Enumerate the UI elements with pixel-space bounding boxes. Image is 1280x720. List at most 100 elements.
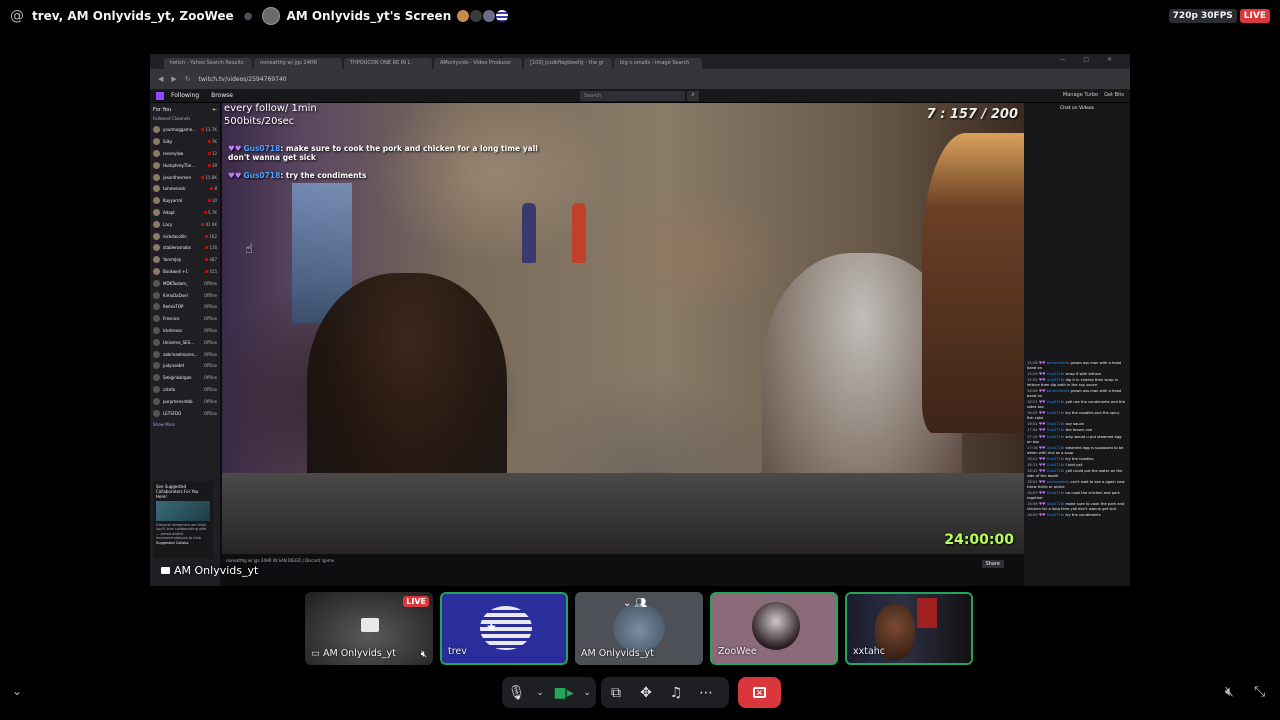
chat-message: 18:15 ♥♥ Gus0718: I told yall bbox=[1027, 463, 1127, 468]
overlay-bits-rule: 500bits/20sec bbox=[224, 115, 295, 127]
browser-tab: big n smalls - Image Search bbox=[614, 58, 702, 69]
sidebar-channel[interactable]: zabrinaelmares... Offline bbox=[153, 348, 217, 360]
twitch-search: Search bbox=[580, 91, 685, 101]
sidebar-channel[interactable]: Universe_SES... Offline bbox=[153, 336, 217, 348]
sidebar-channel[interactable]: stablerosnabs 116 bbox=[153, 242, 217, 254]
collapse-icon: ⇤ bbox=[212, 107, 217, 113]
sidebar-channel[interactable]: RemixTOP Offline bbox=[153, 301, 217, 313]
chat-badge-icon: ♥♥ bbox=[1037, 502, 1047, 507]
twitch-sidebar: For You ⇤ Followed Channels yourmoggame.… bbox=[150, 103, 220, 586]
sidebar-channel[interactable]: Fresnice Offline bbox=[153, 313, 217, 325]
channel-avatar bbox=[153, 126, 160, 134]
exit-fullscreen-icon[interactable]: ⤡ bbox=[1254, 684, 1265, 700]
sidebar-channel[interactable]: Kayyarral 10 bbox=[153, 195, 217, 207]
sidebar-channel[interactable]: cstefo Offline bbox=[153, 384, 217, 396]
channel-avatar bbox=[153, 350, 160, 358]
sidebar-channel[interactable]: purpmenvmbb Offline bbox=[153, 395, 217, 407]
channel-viewer-count: 487 bbox=[205, 257, 217, 262]
sidebar-channel[interactable]: tuhmenesk 8 bbox=[153, 183, 217, 195]
participant-tile-zoowee[interactable]: ZooWee bbox=[710, 592, 838, 665]
viewer-avatar bbox=[457, 10, 470, 22]
mic-options-chevron-icon[interactable]: ⌄ bbox=[531, 677, 549, 708]
chat-timestamp: 18:01 bbox=[1027, 456, 1038, 461]
call-header: @ trev, AM Onlyvids_yt, ZooWee ● AM Only… bbox=[0, 0, 1280, 32]
chat-message: 18:42 ♥♥ Gus0718: yall could put the wat… bbox=[1027, 469, 1127, 479]
channel-avatar bbox=[153, 256, 160, 264]
channel-viewer-count: 7K bbox=[208, 139, 217, 144]
screen-share-icon[interactable]: ⧉ bbox=[601, 677, 631, 708]
chat-badge-icon: ♥♥ bbox=[1037, 422, 1047, 427]
chat-badge-icon: ♥♥ bbox=[1037, 378, 1047, 383]
channel-name: Fresnice bbox=[163, 316, 180, 322]
tile-controls-icon[interactable]: ⌄ 👥︎ bbox=[623, 598, 647, 609]
channel-viewer-count: Offline bbox=[203, 398, 217, 404]
sidebar-channel[interactable]: Bookwell +1 415 bbox=[153, 266, 217, 278]
channel-name: Silky bbox=[163, 139, 173, 145]
camera-options-chevron-icon[interactable]: ⌄ bbox=[578, 677, 596, 708]
chat-message: 15:28 ♥♥ tuhmenhiet: grown ass man with … bbox=[1027, 361, 1127, 371]
sidebar-channel[interactable]: rosenylow 12 bbox=[153, 148, 217, 160]
camera-icon[interactable]: ■▸ bbox=[549, 677, 578, 708]
chevron-down-icon[interactable]: ⌄ bbox=[12, 684, 22, 698]
chat-username: Gus0718 bbox=[1046, 456, 1064, 461]
overlay-follow-rule: every follow/ 1min bbox=[224, 103, 317, 114]
sidebar-channel[interactable]: MDKTaolam_ Offline bbox=[153, 277, 217, 289]
chat-text: the brown one bbox=[1065, 428, 1093, 433]
sidebar-channel[interactable]: Smiginkolrgan Offline bbox=[153, 372, 217, 384]
sidebar-channel[interactable]: judynoidet Offline bbox=[153, 360, 217, 372]
sidebar-channel[interactable]: ldvdreoss Offline bbox=[153, 325, 217, 337]
video-description: noneatthg w/ jgs 24HR IN SAN DIEGO | Dis… bbox=[226, 558, 335, 563]
sidebar-channel[interactable]: nickdacollin 162 bbox=[153, 230, 217, 242]
volume-mute-icon[interactable]: 🔇︎ bbox=[421, 649, 427, 660]
leave-call-button[interactable]: × bbox=[738, 677, 781, 708]
chat-text: soy sauce bbox=[1065, 422, 1084, 427]
channel-viewer-count: Offline bbox=[203, 316, 217, 322]
browser-url: twitch.tv/videos/2594769740 bbox=[198, 75, 287, 83]
chat-message: 18:59 ♥♥ Gus0718: try the condiments bbox=[1027, 513, 1127, 518]
browser-tab: twitch - Yahoo Search Results bbox=[164, 58, 252, 69]
microphone-icon[interactable]: 🎙︎ bbox=[502, 677, 531, 708]
stream-quality-badge: 720p 30FPS bbox=[1168, 9, 1237, 23]
chat-timestamp: 18:51 bbox=[1027, 480, 1038, 485]
channel-viewer-count: 39 bbox=[208, 163, 217, 168]
avatar bbox=[613, 604, 665, 652]
chat-username: tuhmenhiet bbox=[1046, 389, 1069, 394]
sidebar-channel[interactable]: Adapt 5.7K bbox=[153, 207, 217, 219]
channel-name: cstefo bbox=[163, 386, 176, 392]
soundboard-icon[interactable]: ♫ bbox=[661, 677, 691, 708]
participant-tile-trev[interactable]: ★ trev bbox=[440, 592, 568, 665]
sidebar-channel[interactable]: Silky 7K bbox=[153, 136, 217, 148]
forward-icon: ▶ bbox=[171, 75, 177, 83]
sidebar-channel[interactable]: yourmoggame... 12.7K bbox=[153, 124, 217, 136]
sidebar-channel[interactable]: Lacy 41.6K bbox=[153, 218, 217, 230]
sidebar-channel[interactable]: KimoDaDoel Offline bbox=[153, 289, 217, 301]
viewer-avatars[interactable] bbox=[457, 10, 509, 22]
chat-timestamp: 18:59 bbox=[1027, 513, 1038, 518]
channel-name: Lacy bbox=[163, 221, 173, 227]
sidebar-channel[interactable]: YommJay 487 bbox=[153, 254, 217, 266]
participant-tile-am[interactable]: ⌄ 👥︎ AM Onlyvids_yt bbox=[575, 592, 703, 665]
chat-message: 18:01 ♥♥ Gus0718: try the noodles bbox=[1027, 457, 1127, 462]
sidebar-channel[interactable]: jasonthesmen 15.8K bbox=[153, 171, 217, 183]
channel-avatar bbox=[153, 138, 160, 146]
participant-tile-xxtahc[interactable]: xxtahc bbox=[845, 592, 973, 665]
suggested-collabs-title: See Suggested Collaborators For You Here… bbox=[156, 484, 199, 499]
reload-icon: ↻ bbox=[184, 75, 191, 83]
chat-timestamp: 15:28 bbox=[1027, 361, 1038, 365]
sidebar-title: For You bbox=[153, 107, 172, 113]
channel-name: KimoDaDoel bbox=[163, 292, 188, 298]
overlay-timer: 24:00:00 bbox=[944, 532, 1014, 548]
activity-icon[interactable]: ✥ bbox=[631, 677, 661, 708]
sidebar-channel[interactable]: LETSFDO Offline bbox=[153, 407, 217, 419]
shared-screen[interactable]: twitch - Yahoo Search Results noneatthg … bbox=[150, 54, 1130, 586]
channel-viewer-count: Offline bbox=[203, 410, 217, 416]
sidebar-channel[interactable]: HumphreyThe... 39 bbox=[153, 159, 217, 171]
channel-name: jasonthesmen bbox=[163, 174, 192, 180]
channel-name: rosenylow bbox=[163, 150, 184, 156]
volume-mute-icon[interactable]: 🔇︎ bbox=[1225, 684, 1234, 700]
back-icon: ◀ bbox=[158, 75, 164, 83]
participant-tile-stream[interactable]: LIVE ▭ AM Onlyvids_yt 🔇︎ bbox=[305, 592, 433, 665]
channel-avatar bbox=[153, 267, 160, 275]
chat-username: Gus0718 bbox=[1046, 469, 1064, 474]
more-icon[interactable]: ⋯ bbox=[691, 677, 721, 708]
